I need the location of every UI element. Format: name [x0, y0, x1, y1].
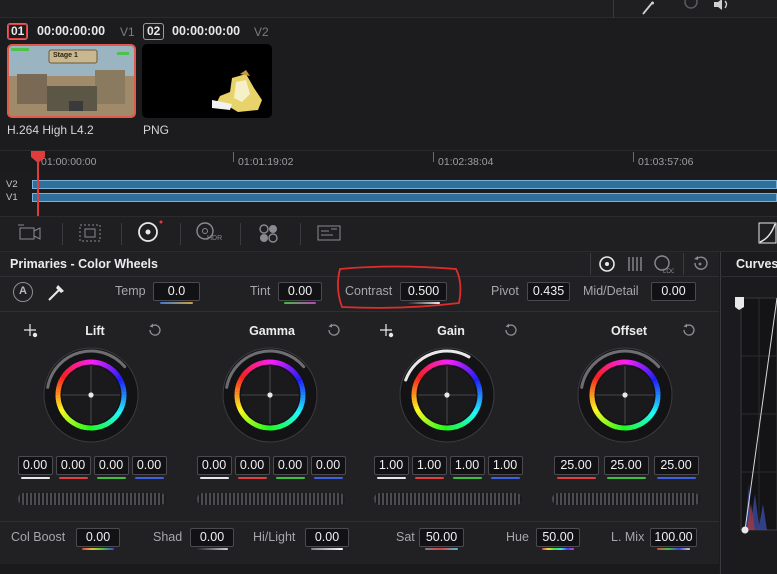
camera-raw-icon[interactable] — [16, 222, 44, 244]
color-wheels-mode-icon[interactable] — [597, 254, 617, 274]
offset-channel-field[interactable]: 25.00 — [653, 456, 699, 475]
ruler-tick: 01:01:19:02 — [238, 156, 294, 168]
rgb-mixer-icon[interactable] — [255, 221, 283, 245]
l-mix-label: L. Mix — [611, 530, 645, 544]
pivot-label: Pivot — [491, 284, 519, 298]
hdr-icon[interactable] — [194, 220, 224, 246]
auto-balance-button[interactable]: A — [13, 282, 33, 302]
offset-channel-field[interactable]: 25.00 — [553, 456, 599, 475]
col-boost-label: Col Boost — [11, 530, 66, 544]
picker-crosshair-icon[interactable] — [379, 323, 397, 341]
svg-text:LOG: LOG — [663, 269, 674, 274]
master-wheel-dial[interactable] — [18, 493, 166, 505]
curves-title: Curves — [736, 257, 777, 271]
panel-title: Primaries - Color Wheels — [10, 257, 158, 271]
gamma-channel-field[interactable]: 0.00 — [310, 456, 346, 475]
curves-graph[interactable] — [733, 294, 777, 538]
wheel-name-offset: Offset — [610, 324, 648, 338]
log-mode-icon[interactable]: LOG — [652, 254, 674, 274]
track-label-v1: V1 — [6, 192, 18, 203]
clip-codec: H.264 High L4.2 — [7, 123, 94, 137]
gain-channel-field[interactable]: 1.00 — [487, 456, 523, 475]
clip-track: V2 — [254, 25, 269, 39]
track-clip-v2[interactable] — [32, 180, 777, 189]
sat-label: Sat — [396, 530, 415, 544]
clip-number-02[interactable]: 02 — [143, 23, 165, 40]
clip-track: V1 — [120, 25, 135, 39]
master-wheel-dial[interactable] — [374, 493, 522, 505]
tint-field[interactable]: 0.00 — [278, 282, 322, 301]
primaries-bars-mode-icon[interactable] — [625, 254, 645, 274]
track-clip-v1[interactable] — [32, 193, 777, 202]
color-match-icon[interactable] — [76, 222, 104, 244]
ruler-tick: 01:02:38:04 — [438, 156, 494, 168]
temp-label: Temp — [115, 284, 146, 298]
clip-thumbnail[interactable]: Stage 1 — [7, 44, 136, 118]
primaries-icon[interactable] — [135, 220, 163, 244]
loop-icon[interactable] — [682, 0, 700, 10]
ruler-tick: 01:00:00:00 — [41, 156, 97, 168]
color-wheel-gamma[interactable] — [222, 347, 318, 443]
clip-timecode: 00:00:00:00 — [37, 24, 106, 38]
curves-tool-icon[interactable] — [756, 220, 777, 246]
shad-label: Shad — [153, 530, 183, 544]
clip-codec: PNG — [143, 123, 170, 137]
reset-icon[interactable] — [681, 323, 697, 339]
gain-channel-field[interactable]: 1.00 — [449, 456, 485, 475]
contrast-highlight-annotation — [337, 265, 462, 309]
shad-field[interactable]: 0.00 — [190, 528, 234, 547]
reset-icon[interactable] — [147, 323, 163, 339]
gain-channel-field[interactable]: 1.00 — [411, 456, 447, 475]
master-wheel-dial[interactable] — [197, 493, 345, 505]
temp-field[interactable]: 0.0 — [153, 282, 200, 301]
offset-channel-field[interactable]: 25.00 — [603, 456, 649, 475]
lift-channel-field[interactable]: 0.00 — [17, 456, 53, 475]
ruler-tick: 01:03:57:06 — [638, 156, 694, 168]
sat-field[interactable]: 50.00 — [419, 528, 464, 547]
master-wheel-dial[interactable] — [552, 493, 700, 505]
color-wheel-offset[interactable] — [577, 347, 673, 443]
mid-detail-label: Mid/Detail — [583, 284, 639, 298]
gamma-channel-field[interactable]: 0.00 — [272, 456, 308, 475]
clip-thumbnail[interactable] — [142, 44, 272, 118]
wheel-name-gain: Gain — [437, 324, 465, 338]
thumb-caption: Stage 1 — [53, 52, 78, 59]
color-wheel-gain[interactable] — [399, 347, 495, 443]
hue-field[interactable]: 50.00 — [536, 528, 580, 547]
l-mix-field[interactable]: 100.00 — [650, 528, 697, 547]
hdr-label: HDR — [207, 235, 223, 242]
lift-channel-field[interactable]: 0.00 — [131, 456, 167, 475]
playhead-handle-icon[interactable] — [30, 150, 46, 164]
reset-icon[interactable] — [326, 323, 342, 339]
magic-mask-icon[interactable] — [640, 1, 656, 15]
pivot-field[interactable]: 0.435 — [527, 282, 570, 301]
gamma-channel-field[interactable]: 0.00 — [234, 456, 270, 475]
mid-detail-field[interactable]: 0.00 — [651, 282, 696, 301]
playhead[interactable] — [37, 158, 39, 216]
color-tool-bar — [0, 216, 777, 252]
reset-icon[interactable] — [503, 323, 519, 339]
tint-label: Tint — [250, 284, 271, 298]
wheel-name-lift: Lift — [85, 324, 105, 338]
color-wheel-lift[interactable] — [43, 347, 139, 443]
motion-effects-icon[interactable] — [315, 222, 343, 244]
hi-light-label: Hi/Light — [253, 530, 296, 544]
top-right-controls — [613, 0, 777, 18]
lift-channel-field[interactable]: 0.00 — [55, 456, 91, 475]
hi-light-field[interactable]: 0.00 — [305, 528, 349, 547]
clip-number-01[interactable]: 01 — [7, 23, 29, 40]
lift-channel-field[interactable]: 0.00 — [93, 456, 129, 475]
volume-icon[interactable] — [712, 0, 732, 12]
track-label-v2: V2 — [6, 179, 18, 190]
hue-label: Hue — [506, 530, 529, 544]
clip-timecode: 00:00:00:00 — [172, 24, 241, 38]
col-boost-field[interactable]: 0.00 — [76, 528, 120, 547]
gamma-channel-field[interactable]: 0.00 — [196, 456, 232, 475]
wheel-name-gamma: Gamma — [249, 324, 295, 338]
picker-crosshair-icon[interactable] — [23, 323, 41, 341]
white-balance-picker-icon[interactable] — [46, 281, 68, 303]
gain-channel-field[interactable]: 1.00 — [373, 456, 409, 475]
reset-all-icon[interactable] — [691, 255, 709, 273]
png-sprite-thumbnail — [212, 70, 262, 112]
